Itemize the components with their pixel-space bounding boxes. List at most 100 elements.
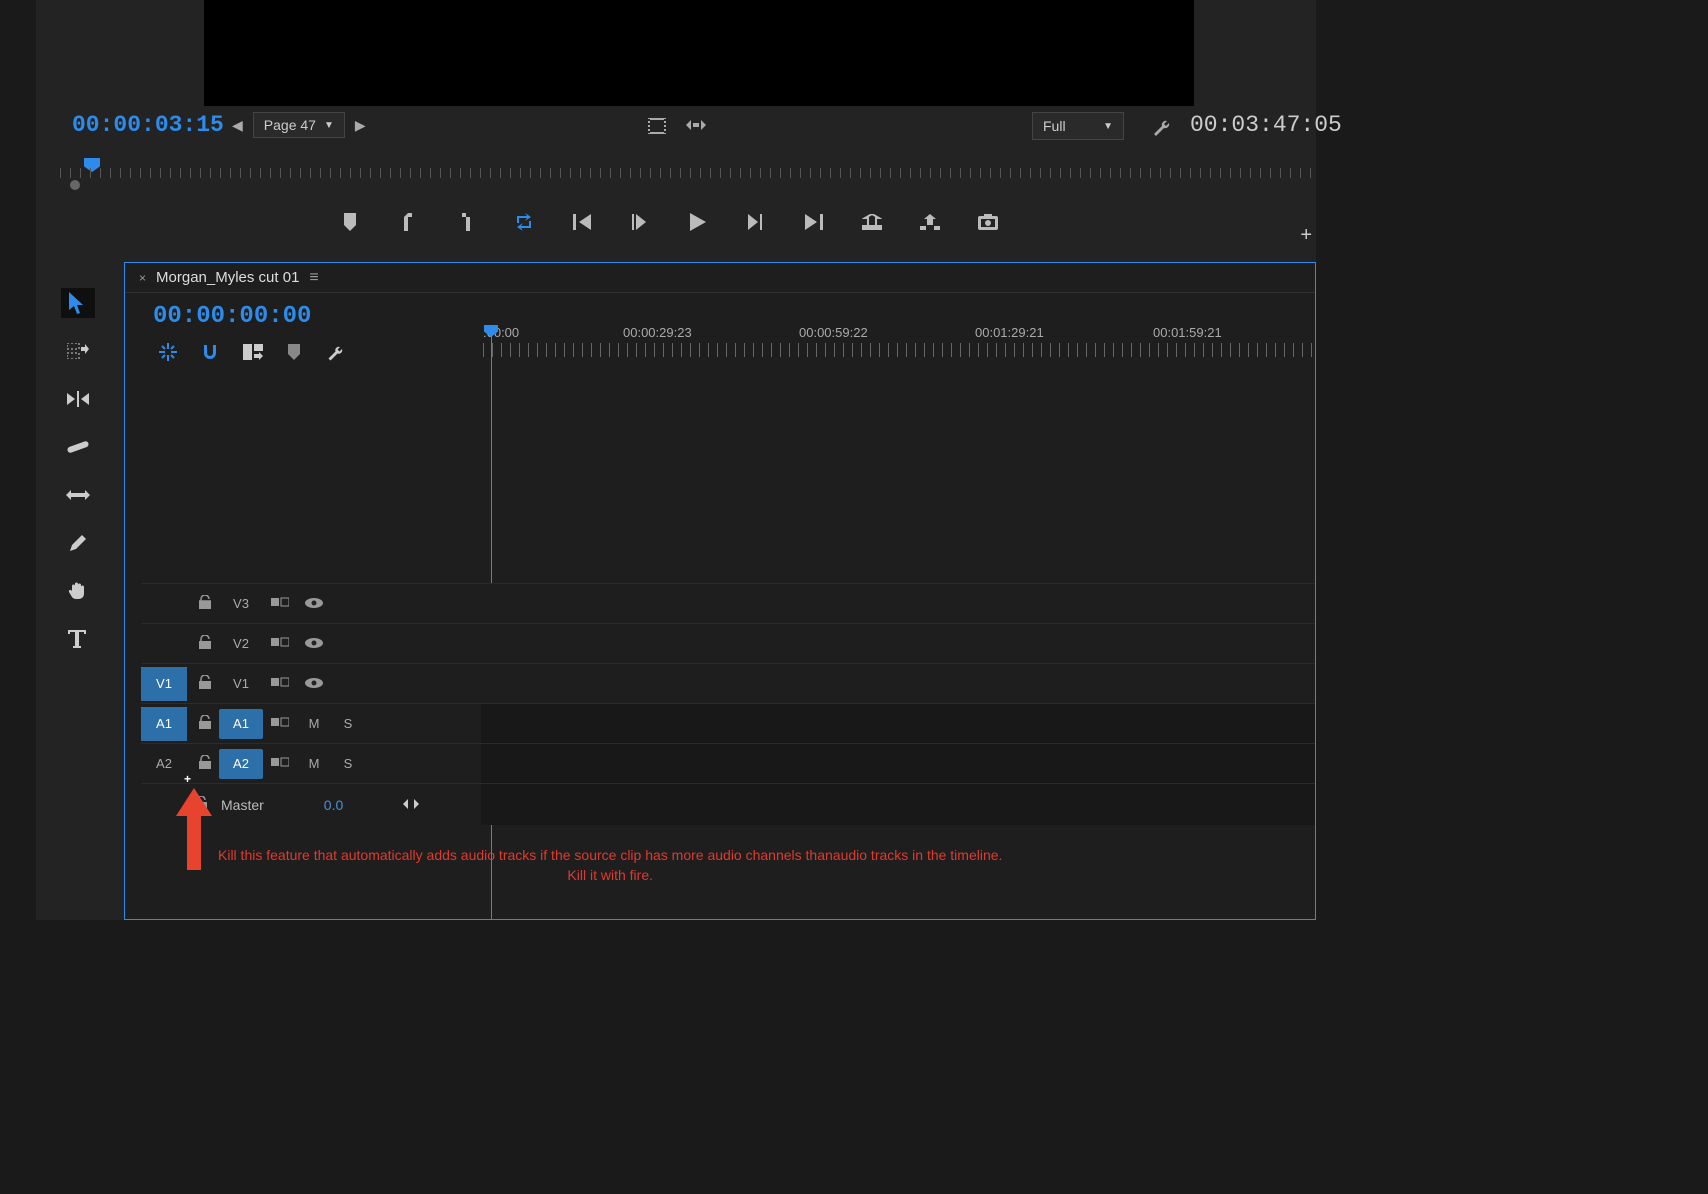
- step-forward-icon[interactable]: [746, 212, 766, 232]
- slip-tool-icon[interactable]: [61, 480, 95, 510]
- app-left-strip: [0, 0, 36, 920]
- monitor-timecode-left[interactable]: 00:00:03:15: [72, 112, 224, 138]
- resolution-select[interactable]: Full ▼: [1032, 112, 1124, 140]
- type-tool-icon[interactable]: [61, 624, 95, 654]
- ripple-edit-tool-icon[interactable]: [61, 384, 95, 414]
- timeline-settings-wrench-icon[interactable]: [325, 343, 343, 366]
- track-target-v2[interactable]: V2: [219, 629, 263, 659]
- program-monitor-preview: [204, 0, 1194, 106]
- page-prev-icon[interactable]: ◀: [232, 117, 243, 134]
- lift-icon[interactable]: [862, 212, 882, 232]
- toggle-track-output-icon[interactable]: [297, 676, 331, 691]
- markers-icon[interactable]: [686, 118, 706, 139]
- source-patch-v1[interactable]: V1: [141, 667, 187, 701]
- go-to-in-icon[interactable]: [572, 212, 592, 232]
- add-marker-icon[interactable]: [340, 212, 360, 232]
- track-header-v2[interactable]: V2: [141, 623, 481, 663]
- sync-lock-icon[interactable]: [263, 756, 297, 771]
- sequence-tab-name[interactable]: Morgan_Myles cut 01: [156, 269, 299, 286]
- panel-menu-icon[interactable]: ≡: [309, 269, 318, 287]
- play-icon[interactable]: [688, 212, 708, 232]
- annotation-line-2: Kill it with fire.: [567, 867, 653, 883]
- track-target-a2[interactable]: A2: [219, 749, 263, 779]
- solo-button[interactable]: S: [331, 716, 365, 731]
- mark-in-icon[interactable]: [398, 212, 418, 232]
- export-frame-icon[interactable]: [978, 212, 998, 232]
- settings-wrench-icon[interactable]: [1150, 116, 1170, 141]
- ruler-label: 00:01:59:21: [1153, 325, 1222, 340]
- insert-as-nest-icon[interactable]: [159, 343, 177, 366]
- track-header-a2[interactable]: A2 A2 M S: [141, 743, 481, 783]
- timeline-panel: × Morgan_Myles cut 01 ≡ 00:00:00:00 :00:…: [124, 262, 1316, 920]
- pen-tool-icon[interactable]: [61, 528, 95, 558]
- filmstrip-icon[interactable]: [648, 118, 666, 139]
- timeline-header-icons: [159, 343, 343, 366]
- track-select-forward-tool-icon[interactable]: [61, 336, 95, 366]
- button-editor-plus-icon[interactable]: +: [1300, 224, 1312, 247]
- annotation-line-1: Kill this feature that automatically add…: [218, 847, 1002, 863]
- ruler-label: 00:00:29:23: [623, 325, 692, 340]
- razor-tool-icon[interactable]: [61, 432, 95, 462]
- add-marker-timeline-icon[interactable]: [287, 344, 301, 365]
- track-body-v2[interactable]: [481, 623, 1315, 663]
- tool-palette: [58, 288, 98, 654]
- zoom-handle-icon[interactable]: [70, 180, 80, 190]
- step-back-icon[interactable]: [630, 212, 650, 232]
- source-patch-a2[interactable]: A2: [141, 747, 187, 781]
- lock-icon[interactable]: [191, 595, 219, 612]
- selection-tool-icon[interactable]: [61, 288, 95, 318]
- track-body-v3[interactable]: [481, 583, 1315, 623]
- sync-lock-icon[interactable]: [263, 716, 297, 731]
- expand-track-icon[interactable]: [403, 797, 419, 813]
- track-header-v1[interactable]: V1 V1: [141, 663, 481, 703]
- ruler-label: 00:00:59:22: [799, 325, 868, 340]
- track-target-v3[interactable]: V3: [219, 589, 263, 619]
- track-body-a2[interactable]: [481, 743, 1315, 783]
- source-patch-v2[interactable]: [141, 627, 187, 661]
- linked-selection-icon[interactable]: [243, 344, 263, 365]
- master-track-label: Master: [221, 797, 264, 813]
- monitor-timecode-right: 00:03:47:05: [1190, 112, 1342, 138]
- ruler-ticks: [60, 168, 1316, 178]
- track-header-v3[interactable]: V3: [141, 583, 481, 623]
- track-body-v1[interactable]: [481, 663, 1315, 703]
- ruler-tick-marks: [483, 343, 1315, 357]
- page-next-icon[interactable]: ▶: [355, 117, 366, 134]
- source-patch-a1[interactable]: A1: [141, 707, 187, 741]
- hand-tool-icon[interactable]: [61, 576, 95, 606]
- sync-lock-icon[interactable]: [263, 636, 297, 651]
- track-bodies[interactable]: [481, 583, 1315, 825]
- page-navigator: ◀ Page 47 ▼ ▶: [232, 112, 366, 138]
- lock-icon[interactable]: [191, 675, 219, 692]
- loop-icon[interactable]: [514, 212, 534, 232]
- sync-lock-icon[interactable]: [263, 676, 297, 691]
- page-select[interactable]: Page 47 ▼: [253, 112, 345, 138]
- track-target-v1[interactable]: V1: [219, 669, 263, 699]
- toggle-track-output-icon[interactable]: [297, 636, 331, 651]
- toggle-track-output-icon[interactable]: [297, 596, 331, 611]
- lock-icon[interactable]: [191, 635, 219, 652]
- close-tab-icon[interactable]: ×: [139, 271, 146, 285]
- track-header-a1[interactable]: A1 A1 M S: [141, 703, 481, 743]
- track-target-a1[interactable]: A1: [219, 709, 263, 739]
- resolution-label: Full: [1043, 118, 1066, 134]
- timeline-tab-row: × Morgan_Myles cut 01 ≡: [125, 263, 1315, 293]
- timeline-timecode[interactable]: 00:00:00:00: [153, 303, 311, 330]
- track-body-a1[interactable]: [481, 703, 1315, 743]
- master-level-value[interactable]: 0.0: [324, 797, 343, 813]
- go-to-out-icon[interactable]: [804, 212, 824, 232]
- timeline-ruler[interactable]: :00:00 00:00:29:23 00:00:59:22 00:01:29:…: [483, 325, 1315, 365]
- extract-icon[interactable]: [920, 212, 940, 232]
- lock-icon[interactable]: [191, 715, 219, 732]
- add-track-plus-icon[interactable]: +: [184, 772, 191, 786]
- source-patch-v3[interactable]: [141, 587, 187, 621]
- monitor-ruler[interactable]: [60, 158, 1316, 188]
- lock-icon[interactable]: [191, 755, 219, 772]
- track-body-master[interactable]: [481, 783, 1315, 825]
- solo-button[interactable]: S: [331, 756, 365, 771]
- mute-button[interactable]: M: [297, 756, 331, 771]
- snap-icon[interactable]: [201, 343, 219, 366]
- mark-out-icon[interactable]: [456, 212, 476, 232]
- sync-lock-icon[interactable]: [263, 596, 297, 611]
- mute-button[interactable]: M: [297, 716, 331, 731]
